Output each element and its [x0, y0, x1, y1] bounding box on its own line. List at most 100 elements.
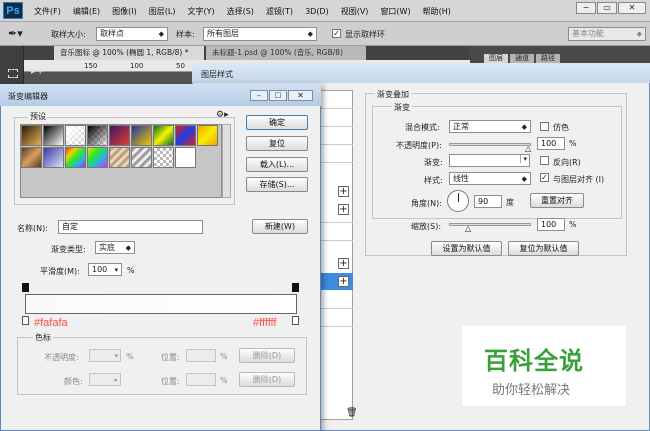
- scale-input[interactable]: 100: [537, 218, 565, 231]
- stop-color-swatch[interactable]: ▸: [89, 373, 121, 386]
- tab-document-2[interactable]: 未标题-1.psd @ 100% (音乐, RGB/8): [206, 46, 366, 60]
- menu-item[interactable]: 视图(V): [341, 7, 369, 16]
- sample-select[interactable]: 所有图层 ◆: [203, 27, 317, 41]
- style-list-row[interactable]: [320, 308, 353, 309]
- eyedropper-icon[interactable]: ✒▾: [8, 27, 23, 40]
- style-list-row[interactable]: [320, 126, 353, 127]
- reset-button[interactable]: 复位: [246, 136, 308, 151]
- gradient-preset-swatch[interactable]: [197, 125, 218, 146]
- add-effect-icon[interactable]: +: [338, 276, 349, 287]
- gradient-preset-swatch[interactable]: [87, 147, 108, 168]
- opacity-stop-right-icon[interactable]: [292, 283, 299, 292]
- menu-item[interactable]: 图层(L): [149, 7, 176, 16]
- opacity-input[interactable]: 100: [537, 137, 565, 150]
- gradient-preset-swatch[interactable]: [21, 125, 42, 146]
- save-button[interactable]: 存储(S)...: [246, 177, 308, 192]
- reset-to-default-button[interactable]: 复位为默认值: [508, 241, 579, 256]
- menu-item[interactable]: 帮助(H): [423, 7, 451, 16]
- style-list-row[interactable]: [320, 162, 353, 163]
- presets-scrollbar[interactable]: [222, 124, 231, 198]
- style-list-row[interactable]: [320, 108, 353, 109]
- scale-slider-thumb[interactable]: △: [465, 224, 471, 233]
- presets-gear-icon[interactable]: ⚙▸: [216, 110, 229, 120]
- angle-input[interactable]: 90: [474, 195, 502, 208]
- delete-color-stop-button[interactable]: 删除(D): [239, 372, 295, 387]
- sample-size-select[interactable]: 取样点 ◆: [96, 27, 168, 41]
- sampling-ring-checkbox[interactable]: ✓: [332, 29, 341, 38]
- window-restore-button[interactable]: ▭: [597, 2, 617, 14]
- menu-item[interactable]: 选择(S): [227, 7, 254, 16]
- menu-item[interactable]: 编辑(E): [73, 7, 100, 16]
- dither-checkbox[interactable]: [540, 122, 549, 131]
- new-button[interactable]: 新建(W): [252, 219, 308, 234]
- gradient-preset-swatch[interactable]: [131, 125, 152, 146]
- gradient-preset-swatch[interactable]: [65, 125, 86, 146]
- name-input[interactable]: 自定: [58, 220, 203, 234]
- tab-document-1[interactable]: 音乐图标 @ 100% (椭圆 1, RGB/8) *: [54, 46, 204, 60]
- gradient-preset-swatch[interactable]: [43, 147, 64, 168]
- opacity-stop-left-icon[interactable]: [22, 283, 29, 292]
- gradient-preset-swatch[interactable]: [43, 125, 64, 146]
- stop-opacity-input[interactable]: ▾: [89, 349, 121, 362]
- gradient-preset-swatch[interactable]: [109, 125, 130, 146]
- add-effect-icon[interactable]: +: [338, 258, 349, 269]
- add-effect-icon[interactable]: +: [338, 204, 349, 215]
- left-stop-hex: #fafafa: [34, 317, 68, 329]
- gradient-type-select[interactable]: 实底 ◆: [95, 241, 135, 254]
- gradient-preset-swatch[interactable]: [65, 147, 86, 168]
- add-effect-icon[interactable]: +: [338, 186, 349, 197]
- move-tool-icon[interactable]: ▸+: [31, 66, 44, 77]
- blend-mode-select[interactable]: 正常 ◆: [449, 120, 531, 133]
- style-list-row[interactable]: [320, 240, 353, 241]
- align-with-layer-checkbox[interactable]: ✓: [540, 173, 549, 182]
- window-close-button[interactable]: ✕: [618, 2, 646, 14]
- gradient-bar[interactable]: [25, 294, 297, 314]
- gradient-preset-swatch[interactable]: [153, 147, 174, 168]
- delete-opacity-stop-button[interactable]: 删除(D): [239, 348, 295, 363]
- scale-slider-track[interactable]: [449, 223, 531, 226]
- menu-item[interactable]: 文件(F): [34, 7, 61, 16]
- dialog-close-button[interactable]: ✕: [288, 90, 313, 101]
- smoothness-select[interactable]: 100 ▾: [88, 263, 122, 276]
- style-list-row[interactable]: [320, 222, 353, 223]
- style-list-row[interactable]: [320, 326, 353, 327]
- tab-channels[interactable]: 通道: [510, 54, 534, 63]
- gradient-preset-swatch[interactable]: [153, 125, 174, 146]
- load-button[interactable]: 载入(L)...: [246, 157, 308, 172]
- menu-item[interactable]: 文字(Y): [187, 7, 214, 16]
- angle-dial[interactable]: [447, 190, 469, 212]
- style-list-row[interactable]: [320, 144, 353, 145]
- opacity-slider-thumb[interactable]: △: [525, 144, 531, 153]
- gradient-preset-swatch[interactable]: [21, 147, 42, 168]
- gradient-editor-title: 渐变编辑器: [8, 92, 48, 101]
- trash-icon[interactable]: 🗑: [346, 408, 357, 418]
- gradient-preset-swatch[interactable]: [175, 125, 196, 146]
- dialog-minimize-button[interactable]: –: [250, 90, 268, 101]
- style-select[interactable]: 线性 ◆: [449, 172, 531, 185]
- color-stop-right-icon[interactable]: [292, 316, 299, 325]
- reverse-checkbox[interactable]: [540, 156, 549, 165]
- stop-color-location-input[interactable]: [186, 373, 216, 386]
- tab-layers[interactable]: 图层: [484, 54, 508, 63]
- marquee-tool-icon[interactable]: [8, 69, 18, 78]
- color-stop-left-icon[interactable]: [22, 316, 29, 325]
- gradient-type-label: 渐变类型:: [51, 245, 86, 254]
- gradient-preset-swatch[interactable]: [175, 147, 196, 168]
- menu-item[interactable]: 滤镜(T): [266, 7, 293, 16]
- dialog-maximize-button[interactable]: □: [269, 90, 287, 101]
- reset-alignment-button[interactable]: 重置对齐: [530, 193, 584, 208]
- gradient-preview-picker[interactable]: ▾: [449, 154, 530, 167]
- ok-button[interactable]: 确定: [246, 115, 308, 130]
- menu-item[interactable]: 窗口(W): [380, 7, 410, 16]
- stop-opacity-location-input[interactable]: [186, 349, 216, 362]
- window-minimize-button[interactable]: −: [576, 2, 596, 14]
- gradient-preset-swatch[interactable]: [87, 125, 108, 146]
- opacity-slider-track[interactable]: [449, 143, 531, 146]
- menu-item[interactable]: 3D(D): [305, 7, 329, 16]
- workspace-select[interactable]: 基本功能 ◆: [568, 27, 646, 41]
- gradient-preset-swatch[interactable]: [131, 147, 152, 168]
- menu-item[interactable]: 图像(I): [112, 7, 137, 16]
- set-as-default-button[interactable]: 设置为默认值: [431, 241, 502, 256]
- gradient-preset-swatch[interactable]: [109, 147, 130, 168]
- tab-paths[interactable]: 路径: [536, 54, 560, 63]
